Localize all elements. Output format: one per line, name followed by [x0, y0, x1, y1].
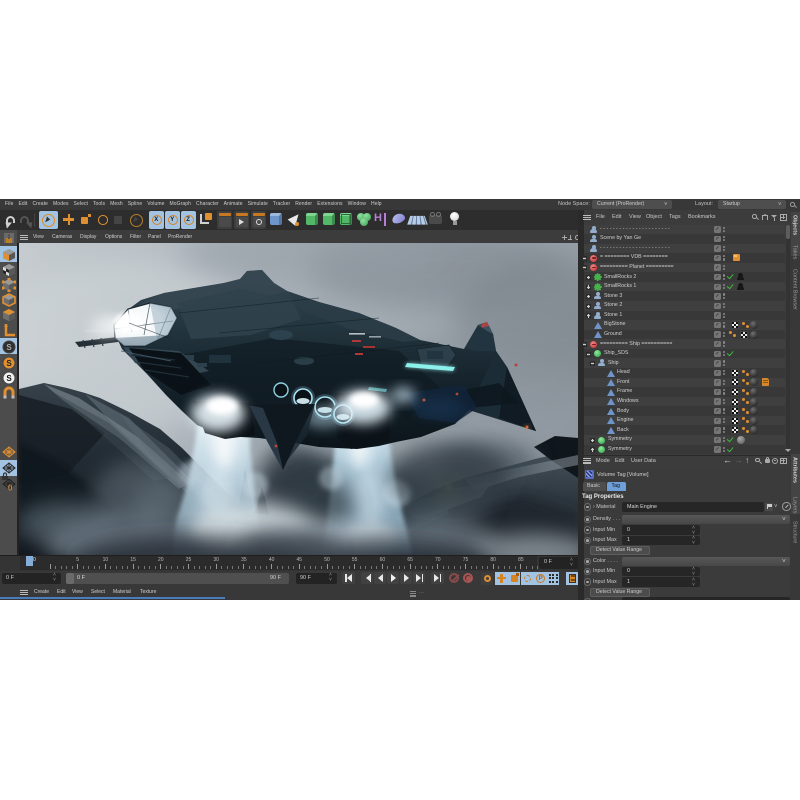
svg-text:S: S: [6, 374, 12, 383]
svg-text:S: S: [6, 359, 12, 368]
svg-text:S: S: [6, 343, 12, 352]
